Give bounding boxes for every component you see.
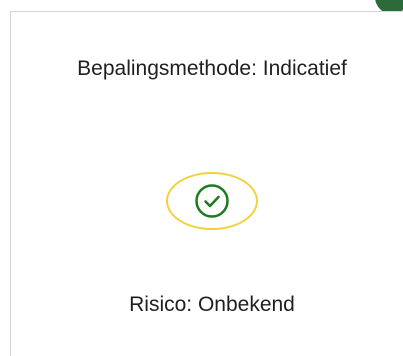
status-indicator[interactable] [166,172,258,230]
risk-label: Risico: Onbekend [129,293,295,316]
check-circle-icon [195,184,229,218]
method-label: Bepalingsmethode: Indicatief [77,57,347,80]
page: Bepalingsmethode: Indicatief Risico: Onb… [0,0,403,356]
